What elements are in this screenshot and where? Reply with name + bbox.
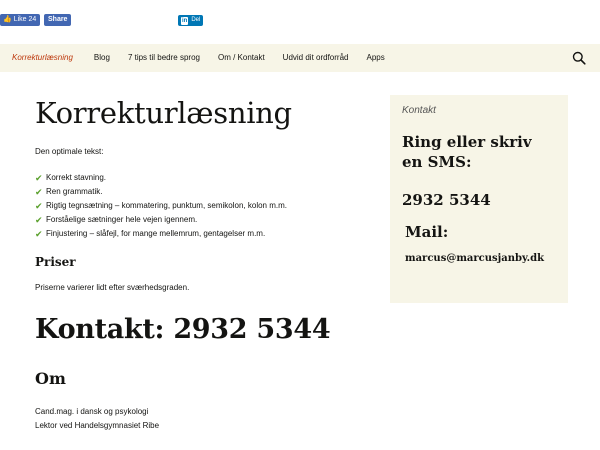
feature-list: ✔ Korrekt stavning. ✔ Ren grammatik. ✔ Rigt…	[35, 171, 375, 241]
list-item: ✔ Ren grammatik.	[35, 187, 103, 197]
social-share-bar: 👍 Like 24 Share in Del	[0, 0, 600, 44]
kontakt-heading: Kontakt: 2932 5344	[35, 314, 331, 345]
checkmark-icon: ✔	[35, 215, 43, 225]
list-item: ✔ Rigtig tegnsætning – kommatering, punkt…	[35, 201, 287, 211]
widget-heading: Ring eller skriv en SMS:	[402, 133, 532, 171]
linkedin-share-button[interactable]: in Del	[178, 15, 204, 26]
widget-mail[interactable]: marcus@marcusjanby.dk	[402, 253, 556, 264]
linkedin-icon: in	[181, 16, 189, 25]
om-heading: Om	[35, 369, 66, 388]
nav-item-apps[interactable]: Apps	[357, 44, 393, 72]
om-line: Cand.mag. i dansk og psykologi	[35, 407, 149, 416]
priser-heading: Priser	[35, 255, 76, 269]
checkmark-icon: ✔	[35, 229, 43, 239]
facebook-like-label: Like 24	[13, 16, 37, 23]
checkmark-icon: ✔	[35, 187, 43, 197]
main-navigation: Korrekturlæsning Blog 7 tips til bedre s…	[0, 44, 600, 72]
contact-widget: Kontakt Ring eller skriv en SMS: 2932 53…	[390, 95, 568, 303]
linkedin-share-label: Del	[191, 17, 201, 23]
priser-text: Priserne varierer lidt efter sværhedsgra…	[35, 283, 190, 292]
checkmark-icon: ✔	[35, 173, 43, 183]
om-text: Cand.mag. i dansk og psykologi Lektor ve…	[35, 405, 375, 433]
page-title: Korrekturlæsning	[35, 96, 292, 130]
om-line: Lektor ved Handelsgymnasiet Ribe	[35, 421, 160, 430]
list-item: ✔ Finjustering – slåfejl, for mange melle…	[35, 229, 266, 239]
facebook-like-button[interactable]: 👍 Like 24	[0, 14, 41, 26]
widget-title: Kontakt	[402, 105, 436, 116]
thumbs-up-icon: 👍	[3, 16, 12, 23]
facebook-share-button[interactable]: Share	[44, 14, 72, 26]
nav-item-udvid-ordforraad[interactable]: Udvid dit ordforråd	[274, 44, 358, 72]
intro-text: Den optimale tekst:	[35, 147, 104, 156]
main-content: Korrekturlæsning Den optimale tekst: ✔ Ko…	[35, 72, 375, 433]
search-icon[interactable]	[572, 51, 586, 65]
list-item: ✔ Forståelige sætninger hele vejen igenne…	[35, 215, 198, 225]
nav-item-blog[interactable]: Blog	[85, 44, 119, 72]
widget-mail-heading: Mail:	[405, 223, 449, 241]
nav-item-7-tips[interactable]: 7 tips til bedre sprog	[119, 44, 209, 72]
checkmark-icon: ✔	[35, 201, 43, 211]
widget-phone: 2932 5344	[402, 191, 491, 209]
list-item: ✔ Korrekt stavning.	[35, 173, 107, 183]
nav-item-korrekturlaesning[interactable]: Korrekturlæsning	[0, 44, 85, 72]
nav-item-om-kontakt[interactable]: Om / Kontakt	[209, 44, 274, 72]
